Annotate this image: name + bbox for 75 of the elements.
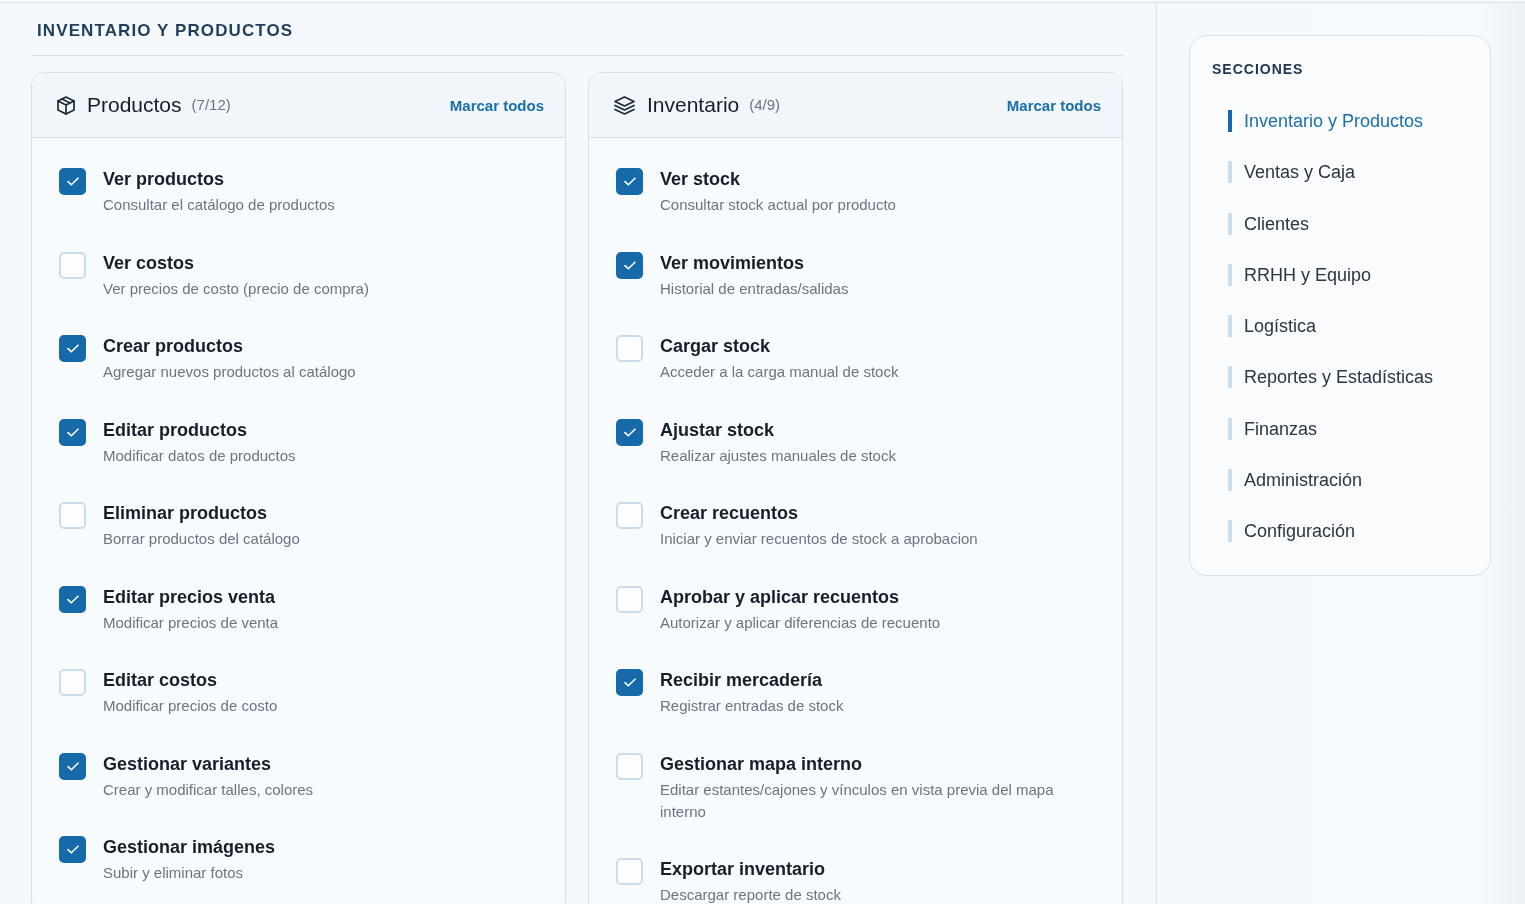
permission-title: Gestionar imágenes — [103, 836, 276, 859]
checkbox[interactable] — [59, 168, 86, 195]
sections-heading: SECCIONES — [1212, 60, 1305, 78]
permission-title: Editar productos — [103, 418, 248, 442]
section-link[interactable]: Configuración — [1228, 520, 1356, 542]
permission-description: Borrar productos del catálogo — [103, 529, 300, 549]
permission-title: Editar precios venta — [103, 585, 277, 609]
checkbox[interactable] — [616, 669, 643, 696]
permission-title: Ver productos — [103, 168, 226, 191]
checkbox[interactable] — [59, 585, 86, 613]
checkmark-icon — [66, 594, 79, 604]
select-all-link[interactable]: Marcar todos — [1006, 96, 1101, 114]
permission-title: Crear recuentos — [660, 502, 800, 525]
permission-description: Ver precios de costo (precio de compra) — [103, 278, 369, 299]
permission-title: Ver movimientos — [660, 251, 806, 275]
permission-description: Agregar nuevos productos al catálogo — [103, 362, 356, 382]
checkmark-icon — [623, 177, 636, 186]
permission-description: Historial de entradas/salidas — [660, 278, 849, 299]
checkmark-icon — [66, 177, 79, 186]
checkmark-icon — [623, 427, 636, 437]
layers-icon — [614, 95, 635, 115]
card-title: Inventario — [647, 92, 740, 118]
checkmark-icon — [623, 260, 636, 270]
permission-description: Modificar datos de productos — [103, 445, 296, 466]
permission-description: Registrar entradas de stock — [660, 696, 844, 716]
section-link[interactable]: Finanzas — [1228, 417, 1318, 440]
permission-description: Editar estantes/cajones y vínculos en vista previa del mapa interno — [660, 779, 1055, 822]
permission-title: Editar costos — [103, 669, 219, 692]
permission-description: Realizar ajustes manuales de stock — [660, 445, 896, 466]
permission-title: Aprobar y aplicar recuentos — [660, 585, 901, 609]
checkbox[interactable] — [616, 418, 643, 446]
permission-description: Subir y eliminar fotos — [103, 863, 245, 883]
selection-count: (4/9) — [749, 95, 781, 115]
permission-title: Crear productos — [103, 335, 245, 358]
permission-description: Autorizar y aplicar diferencias de recuento — [660, 612, 941, 633]
checkmark-icon — [623, 678, 636, 687]
checkmark-icon — [66, 761, 79, 771]
section-link[interactable]: Inventario y Productos — [1228, 110, 1424, 132]
section-link[interactable]: Administración — [1228, 468, 1363, 491]
cube-icon — [57, 95, 75, 115]
card-title: Productos — [87, 92, 182, 118]
permission-title: Ver costos — [103, 251, 196, 275]
section-link[interactable]: RRHH y Equipo — [1228, 263, 1372, 286]
permission-description: Modificar precios de venta — [103, 612, 279, 633]
section-link[interactable]: Ventas y Caja — [1228, 161, 1356, 184]
section-link[interactable]: Clientes — [1228, 212, 1310, 235]
permission-title: Cargar stock — [660, 335, 772, 358]
checkmark-icon — [66, 845, 79, 854]
section-link[interactable]: Logística — [1228, 315, 1317, 337]
permission-description: Crear y modificar talles, colores — [103, 779, 314, 800]
permission-title: Gestionar variantes — [103, 752, 273, 776]
select-all-link[interactable]: Marcar todos — [449, 96, 544, 114]
permission-title: Recibir mercadería — [660, 669, 824, 692]
permission-title: Eliminar productos — [103, 502, 269, 525]
selection-count: (7/12) — [191, 95, 231, 115]
checkbox[interactable] — [59, 752, 86, 780]
permission-description: Consultar el catálogo de productos — [103, 195, 335, 215]
permission-title: Ver stock — [660, 168, 742, 191]
checkbox[interactable] — [59, 418, 86, 446]
permission-description: Consultar stock actual por producto — [660, 195, 896, 215]
section-title: INVENTARIO Y PRODUCTOS — [31, 19, 1123, 56]
section-link[interactable]: Reportes y Estadísticas — [1228, 366, 1434, 389]
permission-description: Acceder a la carga manual de stock — [660, 362, 899, 382]
permission-description: Iniciar y enviar recuentos de stock a aprobacion — [660, 529, 978, 549]
checkbox[interactable] — [59, 335, 86, 362]
checkmark-icon — [66, 427, 79, 437]
permission-title: Ajustar stock — [660, 418, 776, 442]
checkbox[interactable] — [59, 836, 86, 863]
permission-description: Modificar precios de costo — [103, 696, 278, 716]
checkbox[interactable] — [616, 251, 643, 279]
checkbox[interactable] — [616, 168, 643, 195]
permission-title: Gestionar mapa interno — [660, 752, 864, 776]
permission-title: Exportar inventario — [660, 858, 827, 881]
checkmark-icon — [66, 344, 79, 353]
permission-description: Descargar reporte de stock — [660, 885, 841, 904]
